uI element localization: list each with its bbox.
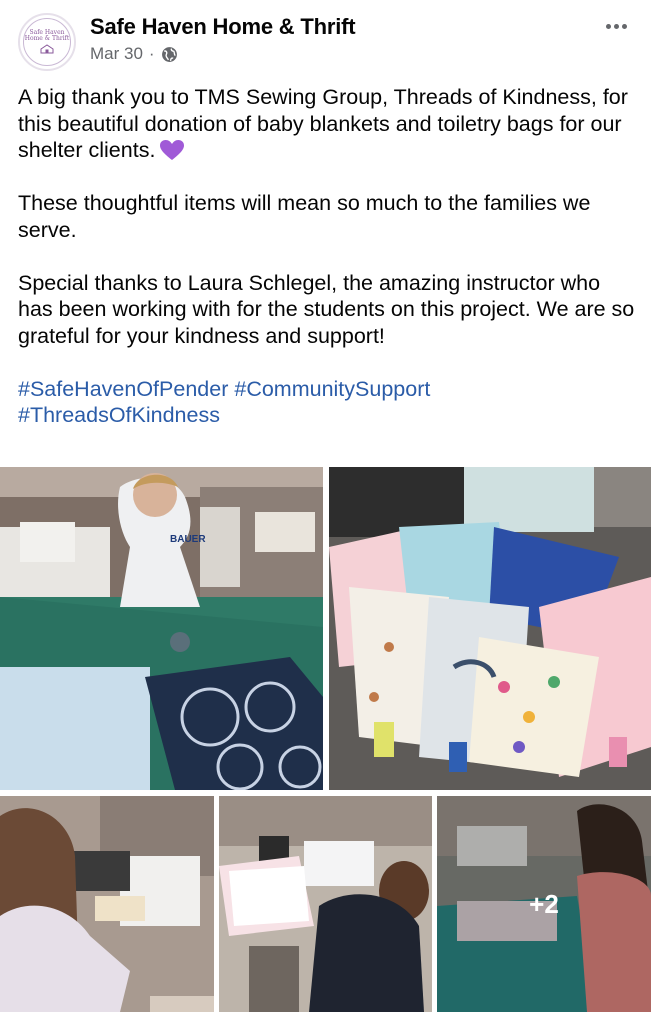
photo-baby-blankets[interactable] (329, 467, 651, 790)
post-paragraph: These thoughtful items will mean so much… (18, 191, 591, 242)
hashtag-line: #SafeHavenOfPender #CommunitySupport #Th… (18, 376, 638, 429)
hashtag-link[interactable]: #SafeHavenOfPender (18, 377, 228, 401)
meta-separator: · (148, 44, 155, 63)
more-options-icon[interactable] (603, 16, 629, 36)
photo-image: BAUER (0, 467, 323, 790)
photo-student-sewing-2[interactable] (219, 796, 432, 1012)
photo-image (219, 796, 432, 1012)
photo-image (0, 796, 214, 1012)
hashtag-link[interactable]: #CommunitySupport (234, 377, 430, 401)
post-paragraph: Special thanks to Laura Schlegel, the am… (18, 270, 635, 348)
shirt-logo-text: BAUER (170, 534, 206, 545)
more-photos-overlay[interactable]: +2 (437, 796, 651, 1012)
photo-student-cutting-fabric[interactable]: BAUER (0, 467, 323, 790)
post-body: A big thank you to TMS Sewing Group, Thr… (18, 84, 638, 429)
page-avatar[interactable]: Safe Haven Home & Thrift (18, 13, 76, 71)
hashtag-link[interactable]: #ThreadsOfKindness (18, 403, 220, 427)
page-name[interactable]: Safe Haven Home & Thrift (90, 14, 356, 40)
house-icon (40, 44, 54, 54)
post-paragraph: A big thank you to TMS Sewing Group, Thr… (18, 85, 628, 162)
post-date[interactable]: Mar 30 (90, 44, 143, 64)
post-header: Safe Haven Home & Thrift Safe Haven Home… (0, 0, 651, 78)
avatar-logo: Safe Haven Home & Thrift (23, 18, 71, 66)
purple-heart-icon (160, 140, 185, 160)
post-meta: Mar 30 · (90, 44, 178, 64)
avatar-logo-line2: Home & Thrift (24, 35, 70, 42)
photo-image (329, 467, 651, 790)
photo-student-sewing-1[interactable] (0, 796, 214, 1012)
globe-icon (161, 46, 177, 62)
